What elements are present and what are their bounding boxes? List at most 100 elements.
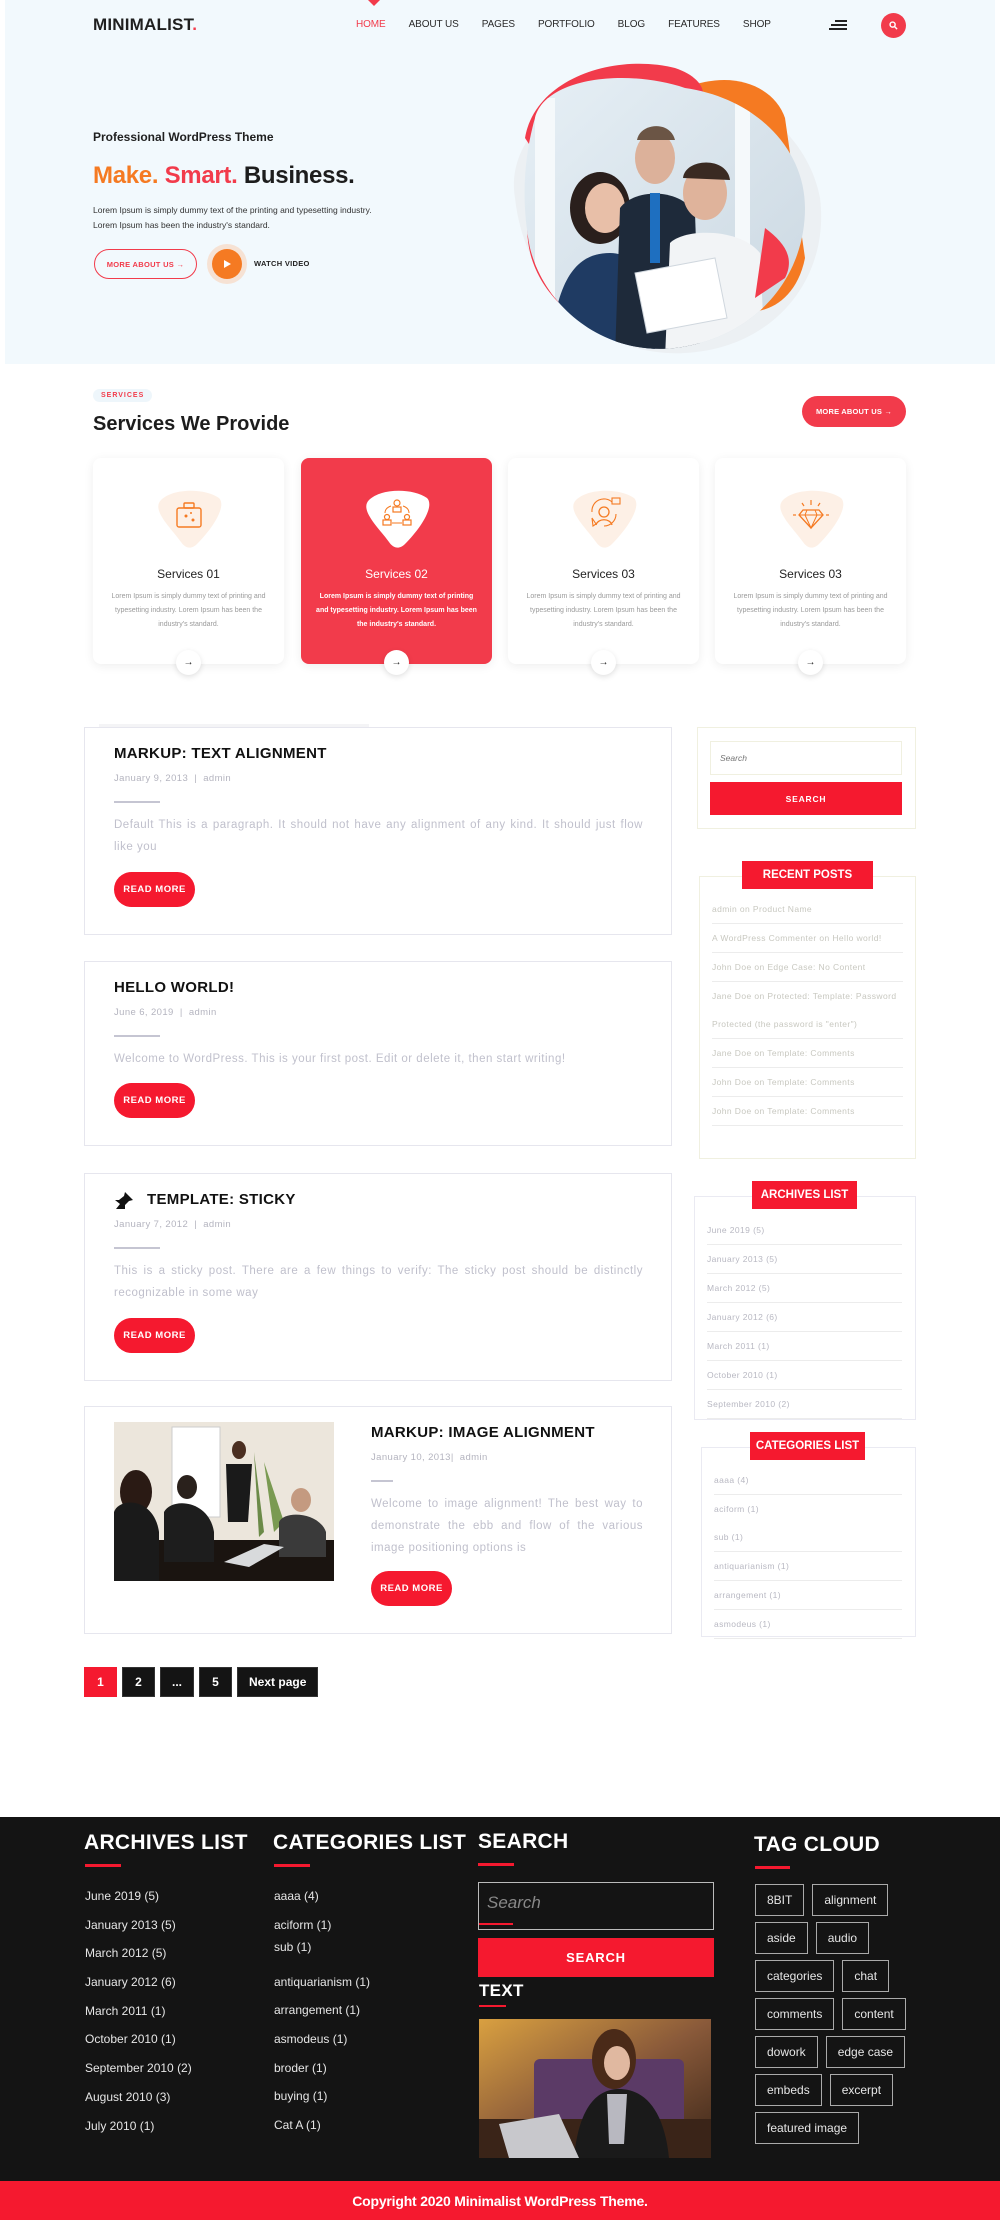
footer-archive-item[interactable]: September 2010 (2) bbox=[85, 2054, 192, 2083]
archive-item[interactable]: January 2013 (5) bbox=[707, 1245, 902, 1274]
footer-category-item[interactable]: sub (1) bbox=[274, 1935, 370, 1968]
nav-pages[interactable]: PAGES bbox=[482, 19, 515, 30]
footer-category-item[interactable]: asmodeus (1) bbox=[274, 2025, 370, 2054]
recent-post-item[interactable]: John Doe on Template: Comments bbox=[712, 1068, 903, 1097]
service-arrow-button[interactable]: → bbox=[176, 650, 201, 675]
service-card[interactable]: Services 03 Lorem Ipsum is simply dummy … bbox=[715, 458, 906, 675]
page-1-button[interactable]: 1 bbox=[84, 1667, 117, 1697]
nav-blog[interactable]: BLOG bbox=[618, 19, 645, 30]
read-more-button[interactable]: READ MORE bbox=[371, 1571, 452, 1606]
category-item[interactable]: arrangement (1) bbox=[714, 1581, 902, 1610]
play-button[interactable] bbox=[212, 249, 242, 279]
footer-search-button[interactable]: SEARCH bbox=[478, 1938, 714, 1977]
service-arrow-button[interactable]: → bbox=[798, 650, 823, 675]
category-item[interactable]: aciform (1) bbox=[714, 1495, 902, 1523]
sidebar-search-button[interactable]: SEARCH bbox=[710, 782, 902, 815]
tag-item[interactable]: edge case bbox=[825, 2036, 906, 2068]
service-card[interactable]: Services 03 Lorem Ipsum is simply dummy … bbox=[508, 458, 699, 675]
tag-item[interactable]: audio bbox=[815, 1922, 870, 1954]
footer-archive-item[interactable]: October 2010 (1) bbox=[85, 2025, 192, 2054]
read-more-button[interactable]: READ MORE bbox=[114, 1083, 195, 1118]
nav-shop[interactable]: SHOP bbox=[743, 19, 771, 30]
watch-video-label[interactable]: WATCH VIDEO bbox=[254, 259, 310, 268]
footer-archive-item[interactable]: June 2019 (5) bbox=[85, 1882, 192, 1911]
read-more-button[interactable]: READ MORE bbox=[114, 1318, 195, 1353]
archive-item[interactable]: June 2019 (5) bbox=[707, 1216, 902, 1245]
tag-item[interactable]: content bbox=[842, 1998, 906, 2030]
category-item[interactable]: aaaa (4) bbox=[714, 1466, 902, 1495]
page-2-button[interactable]: 2 bbox=[122, 1667, 155, 1697]
category-item[interactable]: sub (1) bbox=[714, 1523, 902, 1552]
footer-category-item[interactable]: arrangement (1) bbox=[274, 1996, 370, 2025]
footer-search-input[interactable]: Search bbox=[478, 1882, 714, 1930]
hamburger-icon[interactable] bbox=[829, 20, 847, 31]
service-arrow-button[interactable]: → bbox=[384, 650, 409, 675]
tag-item[interactable]: categories bbox=[755, 1960, 835, 1992]
tag-item[interactable]: aside bbox=[755, 1922, 808, 1954]
service-arrow-button[interactable]: → bbox=[591, 650, 616, 675]
archive-item[interactable]: March 2011 (1) bbox=[707, 1332, 902, 1361]
post-title[interactable]: MARKUP: IMAGE ALIGNMENT bbox=[371, 1424, 595, 1441]
post-author[interactable]: admin bbox=[203, 1219, 231, 1230]
footer-category-item[interactable]: Cat A (1) bbox=[274, 2111, 370, 2140]
archive-item[interactable]: March 2012 (5) bbox=[707, 1274, 902, 1303]
services-more-about-us-button[interactable]: MORE ABOUT US → bbox=[802, 396, 906, 427]
tag-item[interactable]: embeds bbox=[755, 2074, 822, 2106]
page-5-button[interactable]: 5 bbox=[199, 1667, 233, 1697]
nav-features[interactable]: FEATURES bbox=[668, 19, 720, 30]
archive-item[interactable]: October 2010 (1) bbox=[707, 1361, 902, 1390]
recent-post-item[interactable]: A WordPress Commenter on Hello world! bbox=[712, 924, 903, 953]
post-title[interactable]: TEMPLATE: STICKY bbox=[147, 1191, 296, 1208]
recent-post-item[interactable]: admin on Product Name bbox=[712, 895, 903, 924]
tag-item[interactable]: dowork bbox=[755, 2036, 818, 2068]
tag-item[interactable]: comments bbox=[755, 1998, 835, 2030]
read-more-button[interactable]: READ MORE bbox=[114, 872, 195, 907]
footer-archive-item[interactable]: August 2010 (3) bbox=[85, 2083, 192, 2112]
post-date[interactable]: January 9, 2013 bbox=[114, 773, 188, 784]
service-card[interactable]: Services 01 Lorem Ipsum is simply dummy … bbox=[93, 458, 284, 675]
post-title[interactable]: MARKUP: TEXT ALIGNMENT bbox=[114, 745, 327, 762]
recent-post-item[interactable]: John Doe on Template: Comments bbox=[712, 1097, 903, 1126]
more-about-us-button[interactable]: MORE ABOUT US → bbox=[94, 249, 197, 279]
footer-category-item[interactable]: broder (1) bbox=[274, 2054, 370, 2083]
archive-item[interactable]: September 2010 (2) bbox=[707, 1390, 902, 1419]
watch-video-button[interactable] bbox=[207, 244, 247, 284]
post-author[interactable]: admin bbox=[189, 1007, 217, 1018]
service-card-active[interactable]: Services 02 Lorem Ipsum is simply dummy … bbox=[301, 458, 492, 675]
site-logo[interactable]: MINIMALIST. bbox=[93, 15, 197, 35]
archive-item[interactable]: January 2012 (6) bbox=[707, 1303, 902, 1332]
tag-item[interactable]: alignment bbox=[812, 1884, 889, 1916]
recent-post-item[interactable]: John Doe on Edge Case: No Content bbox=[712, 953, 903, 982]
post-date[interactable]: June 6, 2019 bbox=[114, 1007, 174, 1018]
post-thumbnail-image[interactable] bbox=[114, 1422, 334, 1581]
post-author[interactable]: admin bbox=[203, 773, 231, 784]
nav-about-us[interactable]: ABOUT US bbox=[409, 19, 459, 30]
header-search-button[interactable] bbox=[881, 13, 906, 38]
category-item[interactable]: asmodeus (1) bbox=[714, 1610, 902, 1639]
post-title[interactable]: HELLO WORLD! bbox=[114, 979, 234, 996]
recent-post-item[interactable]: Jane Doe on Template: Comments bbox=[712, 1039, 903, 1068]
footer-archive-item[interactable]: July 2010 (1) bbox=[85, 2112, 192, 2141]
post-author[interactable]: admin bbox=[460, 1452, 488, 1463]
arrow-right-icon: → bbox=[805, 657, 816, 668]
post-date[interactable]: January 10, 2013 bbox=[371, 1452, 451, 1463]
tag-item[interactable]: excerpt bbox=[829, 2074, 894, 2106]
nav-portfolio[interactable]: PORTFOLIO bbox=[538, 19, 595, 30]
tag-item[interactable]: 8BIT bbox=[755, 1884, 805, 1916]
nav-home[interactable]: HOME bbox=[356, 19, 386, 30]
footer-archive-item[interactable]: March 2012 (5) bbox=[85, 1939, 192, 1968]
post-date[interactable]: January 7, 2012 bbox=[114, 1219, 188, 1230]
sidebar-search-input[interactable] bbox=[710, 741, 902, 775]
footer-category-item[interactable]: buying (1) bbox=[274, 2082, 370, 2111]
footer-category-item[interactable]: aciform (1) bbox=[274, 1911, 370, 1935]
tag-item[interactable]: chat bbox=[842, 1960, 890, 1992]
footer-archive-item[interactable]: January 2013 (5) bbox=[85, 1911, 192, 1940]
footer-archive-item[interactable]: March 2011 (1) bbox=[85, 1997, 192, 2026]
category-item[interactable]: antiquarianism (1) bbox=[714, 1552, 902, 1581]
footer-category-item[interactable]: antiquarianism (1) bbox=[274, 1968, 370, 1997]
recent-post-item[interactable]: Jane Doe on Protected: Template: Passwor… bbox=[712, 982, 903, 1039]
tag-item[interactable]: featured image bbox=[755, 2112, 860, 2144]
footer-category-item[interactable]: aaaa (4) bbox=[274, 1882, 370, 1911]
footer-archive-item[interactable]: January 2012 (6) bbox=[85, 1968, 192, 1997]
next-page-button[interactable]: Next page bbox=[237, 1667, 319, 1697]
